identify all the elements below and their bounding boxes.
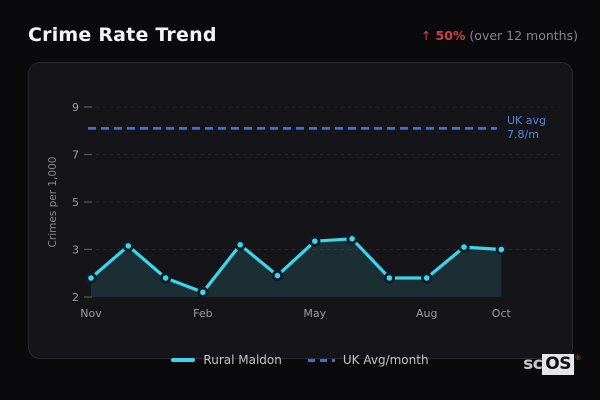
x-tick-label: May [303,307,326,320]
solid-line-swatch [171,358,196,362]
data-point [197,286,209,298]
crime-trend-widget: Crime Rate Trend ↑ 50% (over 12 months) 2… [0,0,600,400]
legend-item-rural-maldon: Rural Maldon [171,353,282,367]
data-point [458,241,470,253]
x-tick-label: Nov [80,307,102,320]
data-point [122,240,134,252]
y-tick-label: 9 [72,101,79,114]
trend-chart: 2 3 5 7 9 Nov Feb May Aug Oct Crimes per 1,000 UK a… [47,101,560,320]
data-point [234,239,246,251]
data-point [309,235,321,247]
chart-legend: Rural Maldon UK Avg/month [0,353,600,367]
x-tick-label: Feb [193,307,212,320]
y-tick-label: 5 [72,196,79,209]
x-tick-label: Oct [492,307,512,320]
scos-logo: sc OS ® [523,354,581,375]
y-tick-label: 3 [72,244,79,257]
data-point [85,272,97,284]
legend-item-uk-avg: UK Avg/month [307,353,429,367]
logo-prefix: sc [523,354,543,374]
uk-avg-label: UK avg 7.8/m [507,114,546,141]
y-tick-label: 7 [72,149,79,162]
data-point [495,243,507,256]
data-point [160,272,172,284]
logo-suffix: OS [545,354,571,374]
data-point [383,272,395,284]
legend-label: Rural Maldon [203,353,282,367]
registered-mark: ® [574,354,582,362]
logo-box: OS ® [542,354,581,375]
dashed-line-swatch [307,358,335,362]
y-tick-label: 2 [72,291,79,304]
data-point [421,272,433,284]
data-point [271,269,284,282]
legend-label: UK Avg/month [342,353,429,367]
x-tick-label: Aug [416,307,437,320]
data-point [346,233,358,245]
y-axis-title: Crimes per 1,000 [47,157,59,248]
